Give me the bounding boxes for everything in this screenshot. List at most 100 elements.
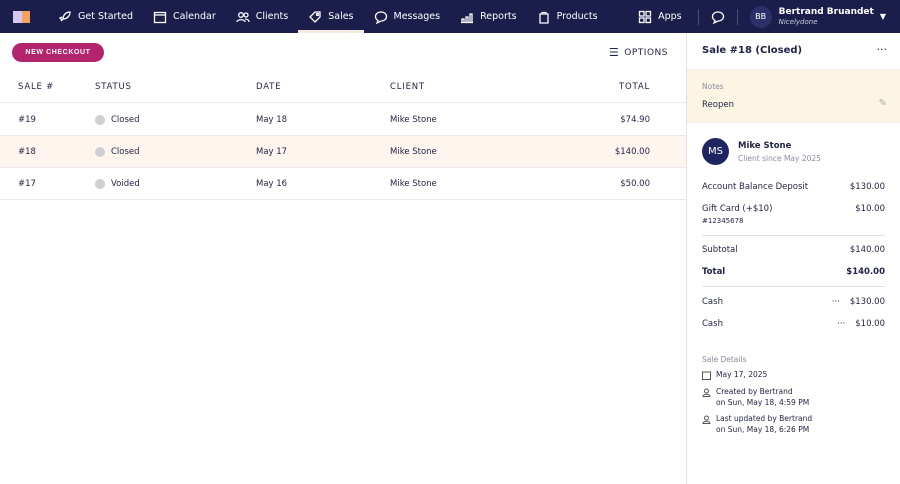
bag-icon	[538, 11, 549, 24]
nav-clients[interactable]: Clients	[226, 0, 298, 33]
col-date[interactable]: DATE	[256, 82, 281, 92]
chart-icon	[461, 12, 474, 23]
new-checkout-button[interactable]: NEW CHECKOUT	[12, 43, 104, 62]
logo[interactable]	[13, 10, 30, 23]
sale-total: $50.00	[620, 178, 650, 189]
created-by: Created by Bertrand	[716, 387, 793, 396]
nav-label: Clients	[255, 11, 289, 22]
rocket-icon	[58, 10, 71, 21]
sale-details-label: Sale Details	[702, 355, 747, 364]
status-dot	[95, 146, 105, 157]
divider	[702, 235, 885, 236]
nav-label: Messages	[393, 11, 441, 22]
payment-amount: $130.00	[849, 297, 885, 307]
updated-on: on Sun, May 18, 6:26 PM	[716, 424, 810, 434]
nav-apps[interactable]: Apps	[628, 0, 692, 33]
total-row: Total $140.00	[702, 267, 885, 277]
nav-get-started[interactable]: Get Started	[48, 0, 143, 33]
status-dot	[95, 178, 105, 189]
payment-row: Cash ··· $10.00	[702, 319, 885, 329]
notes-text: Reopen	[702, 100, 734, 110]
updated-by: Last updated by Bertrand	[716, 414, 813, 423]
more-options-button[interactable]: ···	[877, 43, 888, 56]
status-badge: Closed	[111, 146, 140, 157]
created-on: on Sun, May 18, 4:59 PM	[716, 397, 810, 407]
sale-detail-panel: Sale #18 (Closed) ··· Notes Reopen ✎ MS …	[686, 33, 900, 484]
sale-date: May 18	[256, 114, 288, 125]
payment-method: Cash	[702, 319, 723, 329]
nav-products[interactable]: Products	[527, 0, 608, 33]
subtotal-row: Subtotal $140.00	[702, 245, 885, 255]
top-nav: Get Started Calendar Clients Sales Messa…	[0, 0, 900, 33]
col-sale[interactable]: SALE #	[18, 82, 54, 92]
speech-bubble-icon	[711, 10, 724, 24]
options-button[interactable]: ☰ OPTIONS	[609, 46, 668, 59]
nav-label: Reports	[480, 11, 517, 22]
sale-date: May 17	[256, 146, 288, 157]
subtotal-label: Subtotal	[702, 245, 738, 255]
total-value: $140.00	[846, 267, 885, 277]
sales-list: NEW CHECKOUT ☰ OPTIONS SALE # STATUS DATE…	[0, 33, 686, 484]
nav-label: Get Started	[78, 11, 134, 22]
sale-title: Sale #18 (Closed)	[702, 45, 803, 56]
col-total[interactable]: TOTAL	[619, 82, 650, 92]
nav-sales[interactable]: Sales	[298, 0, 364, 33]
client-name[interactable]: Mike Stone	[738, 141, 791, 151]
notes-section[interactable]: Notes Reopen ✎	[687, 69, 900, 123]
nav-label: Calendar	[173, 11, 216, 22]
item-amount: $10.00	[855, 204, 885, 214]
table-header: SALE # STATUS DATE CLIENT TOTAL	[0, 71, 686, 103]
item-label: Account Balance Deposit	[702, 182, 809, 192]
payment-more-button[interactable]: ···	[837, 319, 845, 329]
col-status[interactable]: STATUS	[95, 82, 132, 92]
item-label: Gift Card (+$10)	[702, 204, 773, 214]
calendar-icon	[702, 371, 711, 380]
status-badge: Voided	[111, 178, 140, 189]
business-name: Nicelydone	[778, 17, 818, 26]
chevron-down-icon: ▼	[879, 12, 886, 21]
sale-number: #19	[18, 114, 36, 125]
person-icon	[702, 415, 711, 424]
nav-calendar[interactable]: Calendar	[143, 0, 226, 33]
chat-button[interactable]	[705, 0, 731, 33]
table-row[interactable]: #18 Closed May 17 Mike Stone $140.00	[0, 136, 686, 168]
sale-total: $74.90	[620, 114, 650, 125]
line-item: Account Balance Deposit $130.00	[702, 182, 885, 192]
client-since: Client since May 2025	[738, 154, 821, 163]
user-name: Bertrand Bruandet	[778, 6, 874, 17]
nav-reports[interactable]: Reports	[450, 0, 526, 33]
person-icon	[702, 388, 711, 397]
sliders-icon: ☰	[608, 46, 620, 59]
sale-number: #18	[18, 146, 36, 157]
payment-method: Cash	[702, 297, 723, 307]
divider	[702, 286, 885, 287]
status-dot	[95, 114, 105, 125]
apps-grid-icon	[638, 10, 652, 23]
options-label: OPTIONS	[624, 47, 668, 58]
table-row[interactable]: #19 Closed May 18 Mike Stone $74.90	[0, 104, 686, 136]
user-menu[interactable]: BB Bertrand Bruandet Nicelydone ▼	[744, 5, 886, 28]
table-row[interactable]: #17 Voided May 16 Mike Stone $50.00	[0, 168, 686, 200]
notes-label: Notes	[702, 82, 724, 91]
client-name: Mike Stone	[390, 178, 437, 189]
col-client[interactable]: CLIENT	[390, 82, 425, 92]
subtotal-value: $140.00	[849, 245, 885, 255]
payment-amount: $10.00	[855, 319, 885, 329]
sale-total: $140.00	[614, 146, 650, 157]
client-name: Mike Stone	[390, 114, 437, 125]
calendar-icon	[153, 11, 167, 23]
nav-messages[interactable]: Messages	[364, 0, 451, 33]
total-label: Total	[702, 267, 726, 277]
client-avatar: MS	[702, 138, 729, 165]
payment-row: Cash ··· $130.00	[702, 297, 885, 307]
payment-more-button[interactable]: ···	[832, 297, 840, 307]
nav-label: Sales	[328, 11, 354, 22]
divider	[697, 8, 699, 25]
tag-icon	[309, 10, 321, 23]
sale-date: May 17, 2025	[716, 370, 768, 379]
divider	[736, 8, 738, 25]
nav-label: Products	[556, 11, 598, 22]
gift-card-number: #12345678	[702, 217, 744, 225]
sale-number: #17	[18, 178, 36, 189]
pencil-icon[interactable]: ✎	[879, 98, 887, 109]
